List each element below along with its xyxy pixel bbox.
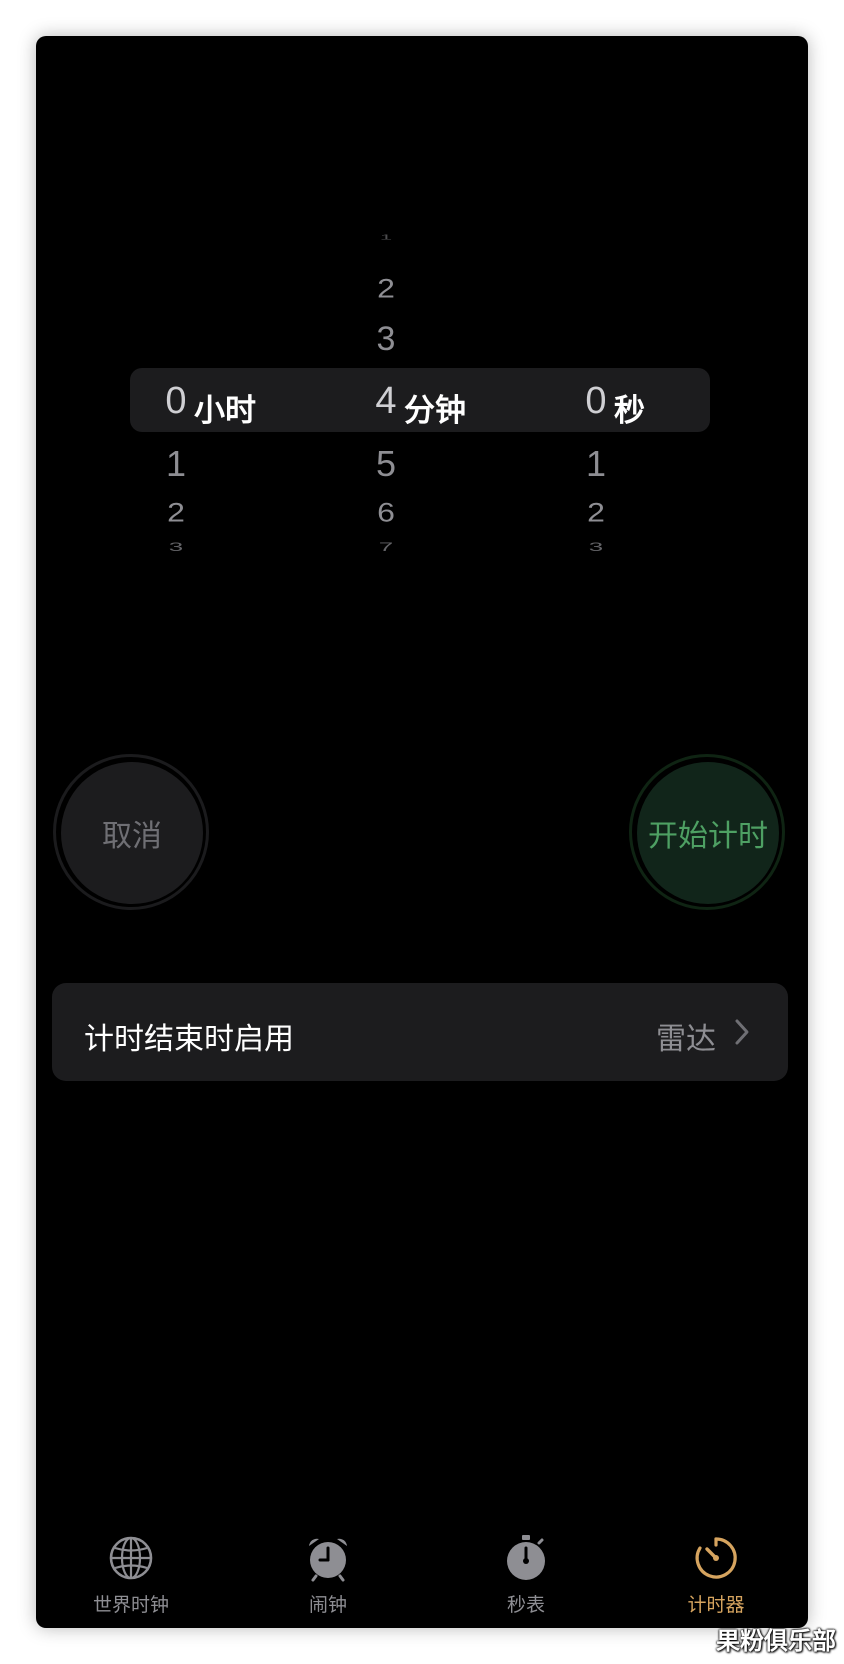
watermark: 果粉俱乐部 [716, 1627, 836, 1655]
cancel-button-label: 取消 [61, 762, 203, 904]
when-timer-ends-row[interactable]: 计时结束时启用 雷达 [52, 983, 788, 1081]
hours-wheel[interactable]: 0 小时 1 2 3 [116, 36, 296, 636]
start-timer-button-label: 开始计时 [637, 762, 779, 904]
when-timer-ends-label: 计时结束时启用 [84, 1022, 294, 1057]
tab-timer[interactable]: 计时器 [641, 1532, 791, 1628]
seconds-unit-label: 秒 [614, 393, 645, 429]
globe-icon [109, 1536, 153, 1580]
time-picker[interactable]: 0 小时 1 2 3 1 2 3 4 分钟 5 6 7 0 秒 1 2 3 [36, 36, 808, 636]
minutes-wheel[interactable]: 1 2 3 4 分钟 5 6 7 [326, 36, 506, 636]
hours-wheel-value: 3 [168, 540, 184, 554]
tab-stopwatch[interactable]: 秒表 [451, 1532, 601, 1628]
seconds-wheel-value: 2 [587, 496, 605, 528]
tab-label: 闹钟 [308, 1594, 347, 1616]
chevron-right-icon [735, 1019, 749, 1045]
minutes-wheel-value: 2 [377, 272, 395, 304]
stopwatch-icon [507, 1535, 545, 1580]
seconds-wheel-value: 1 [585, 443, 607, 484]
when-timer-ends-value: 雷达 [656, 1022, 716, 1057]
start-timer-button[interactable]: 开始计时 [629, 754, 785, 910]
tab-label: 世界时钟 [92, 1594, 169, 1616]
tab-label: 计时器 [687, 1594, 745, 1616]
tab-bar: 世界时钟 闹钟 秒表 计时器 [36, 1532, 808, 1628]
hours-wheel-value: 2 [167, 496, 185, 528]
tab-alarm[interactable]: 闹钟 [253, 1532, 403, 1628]
timer-screen: 0 小时 1 2 3 1 2 3 4 分钟 5 6 7 0 秒 1 2 3 取消… [36, 36, 808, 1628]
tab-world-clock[interactable]: 世界时钟 [56, 1532, 206, 1628]
cancel-button[interactable]: 取消 [53, 754, 209, 910]
timer-icon [695, 1537, 737, 1579]
seconds-wheel-value: 3 [588, 540, 604, 554]
minutes-wheel-value: 1 [379, 232, 393, 242]
minutes-unit-label: 分钟 [404, 393, 466, 429]
minutes-wheel-value: 5 [375, 443, 397, 484]
hours-wheel-value: 1 [165, 443, 187, 484]
minutes-wheel-value: 6 [377, 496, 395, 528]
alarm-clock-icon [309, 1538, 347, 1582]
tab-label: 秒表 [506, 1594, 545, 1616]
minutes-wheel-value: 3 [376, 320, 396, 358]
hours-unit-label: 小时 [194, 393, 256, 429]
minutes-wheel-value: 7 [378, 540, 394, 554]
seconds-wheel[interactable]: 0 秒 1 2 3 [536, 36, 716, 636]
